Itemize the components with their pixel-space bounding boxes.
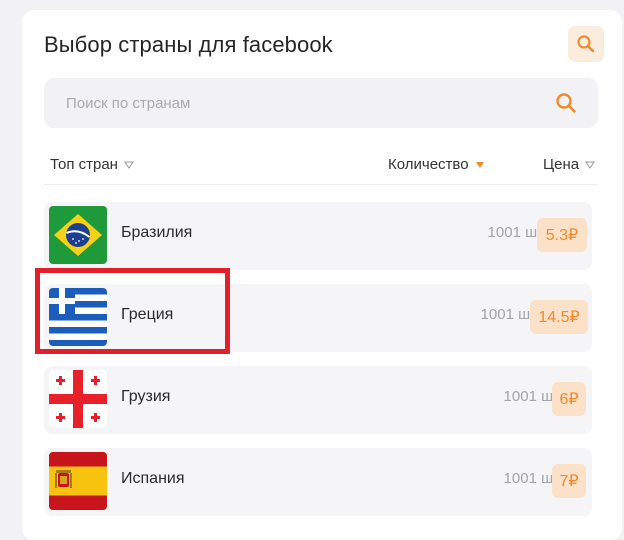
country-name: Бразилия (121, 224, 193, 241)
header-top-label: Топ стран (50, 156, 118, 173)
brazil-flag-icon (49, 206, 107, 264)
price-badge[interactable]: 6₽ (552, 382, 586, 416)
country-quantity: 1001 шт (487, 224, 544, 241)
price-badge[interactable]: 14.5₽ (530, 300, 588, 334)
price-badge[interactable]: 5.3₽ (537, 218, 587, 252)
country-name: Грузия (121, 388, 171, 405)
table-header: Топ стран Количество Цена (22, 152, 622, 186)
search-submit-button[interactable] (554, 91, 578, 115)
country-name: Испания (121, 470, 185, 487)
top-search-button[interactable] (568, 26, 604, 62)
sort-active-arrow-icon (475, 161, 484, 168)
spain-flag-icon (49, 452, 107, 510)
country-row-spain[interactable]: Испания 1001 шт 7₽ (44, 448, 592, 516)
sort-arrow-icon (124, 161, 134, 169)
sort-arrow-icon (585, 161, 596, 169)
price-badge[interactable]: 7₽ (552, 464, 586, 498)
search-input[interactable] (44, 78, 524, 128)
search-box (44, 78, 598, 128)
header-price-label: Цена (543, 156, 580, 173)
country-row-brazil[interactable]: Бразилия 1001 шт 5.3₽ (44, 202, 592, 270)
header-divider (44, 184, 598, 185)
sort-quantity[interactable]: Количество (388, 156, 485, 173)
header-quantity-label: Количество (388, 156, 469, 173)
sort-top-countries[interactable]: Топ стран (50, 156, 134, 173)
country-quantity: 1001 шт (480, 306, 537, 323)
sort-price[interactable]: Цена (543, 156, 596, 173)
georgia-flag-icon (49, 370, 107, 428)
page-title: Выбор страны для facebook (44, 32, 333, 57)
search-icon (556, 93, 576, 113)
highlight-box (35, 268, 230, 354)
country-row-georgia[interactable]: Грузия 1001 шт 6₽ (44, 366, 592, 434)
search-icon (577, 35, 595, 53)
